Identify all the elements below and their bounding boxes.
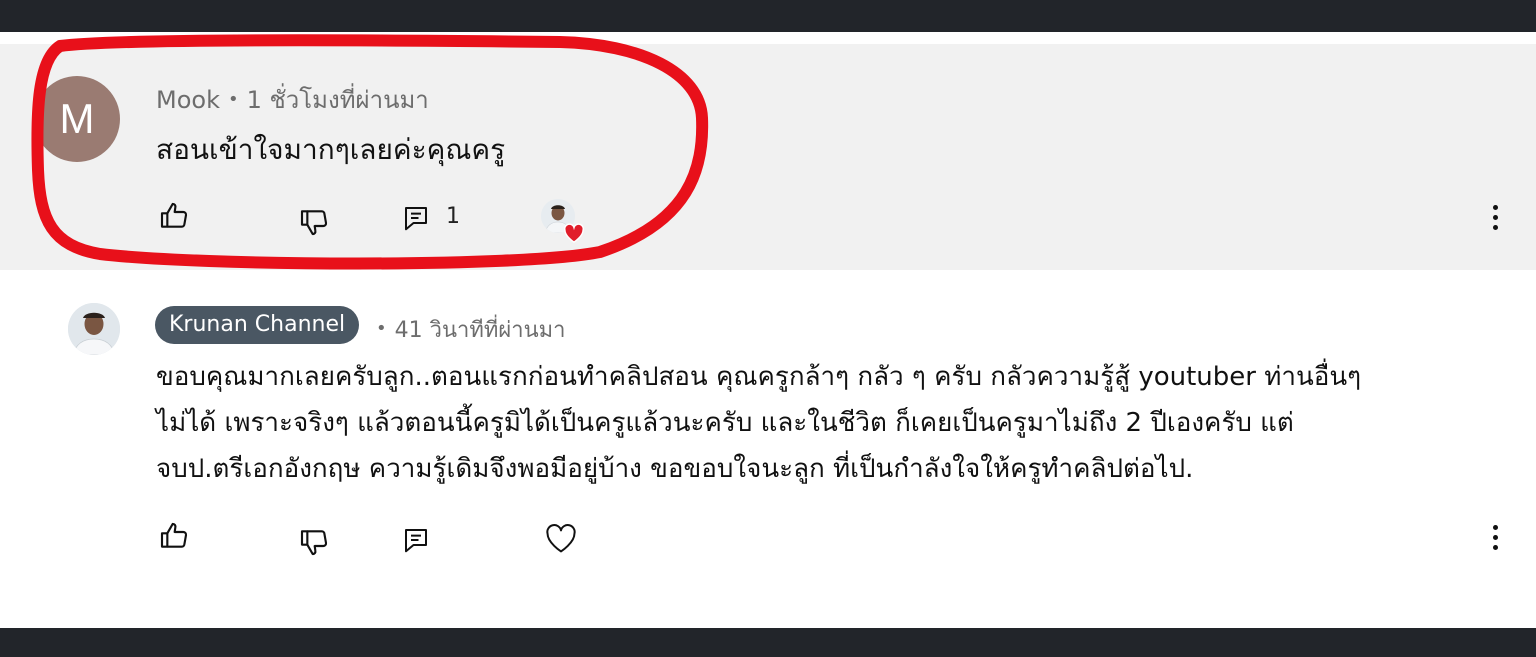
more-options-button[interactable] xyxy=(1486,198,1506,238)
comment-author[interactable]: Mook xyxy=(156,86,220,114)
separator-dot: • xyxy=(376,318,387,339)
thumbs-up-icon xyxy=(160,202,188,228)
bottom-dark-bar xyxy=(0,628,1536,657)
dislike-button[interactable] xyxy=(296,204,332,240)
comment-meta: Mook • 1 ชั่วโมงที่ผ่านมา xyxy=(156,80,429,119)
thumbs-down-icon xyxy=(300,210,328,236)
reply-button[interactable] xyxy=(398,522,434,558)
avatar[interactable]: M xyxy=(34,76,120,162)
comment-meta: • 41 วินาทีที่ผ่านมา xyxy=(376,312,566,347)
heart-button[interactable] xyxy=(543,520,579,556)
top-dark-bar xyxy=(0,0,1536,32)
creator-heart-badge xyxy=(541,199,585,245)
heart-icon xyxy=(546,524,576,553)
creator-badge[interactable]: Krunan Channel xyxy=(155,306,360,344)
comment-time[interactable]: 41 วินาทีที่ผ่านมา xyxy=(395,318,566,343)
comment-text-line: จบป.ตรีเอกอังกฤษ ความรู้เดิมจึงพอมีอยู่บ… xyxy=(156,454,1194,484)
reply-count[interactable]: 1 xyxy=(446,204,460,229)
thumbs-up-icon xyxy=(160,522,188,548)
comment-text: ขอบคุณมากเลยครับลูก..ตอนแรกก่อนทำคลิปสอน… xyxy=(156,354,1496,492)
thumbs-down-icon xyxy=(300,530,328,556)
like-button[interactable] xyxy=(156,198,192,234)
comment-text-line: ขอบคุณมากเลยครับลูก..ตอนแรกก่อนทำคลิปสอน… xyxy=(156,362,1362,392)
reply-icon xyxy=(405,529,427,553)
reply-button[interactable] xyxy=(398,200,434,236)
comment-text-line: ไม่ได้ เพราะจริงๆ แล้วตอนนี้ครูมิได้เป็น… xyxy=(156,408,1294,438)
like-button[interactable] xyxy=(156,518,192,554)
comment-time[interactable]: 1 ชั่วโมงที่ผ่านมา xyxy=(247,86,429,114)
more-options-button[interactable] xyxy=(1486,518,1506,558)
comment-text: สอนเข้าใจมากๆเลยค่ะคุณครู xyxy=(156,133,506,166)
dislike-button[interactable] xyxy=(296,524,332,560)
creator-avatar[interactable] xyxy=(68,303,120,355)
reply-icon xyxy=(405,207,427,231)
heart-icon xyxy=(564,223,584,243)
separator-dot: • xyxy=(227,89,239,110)
